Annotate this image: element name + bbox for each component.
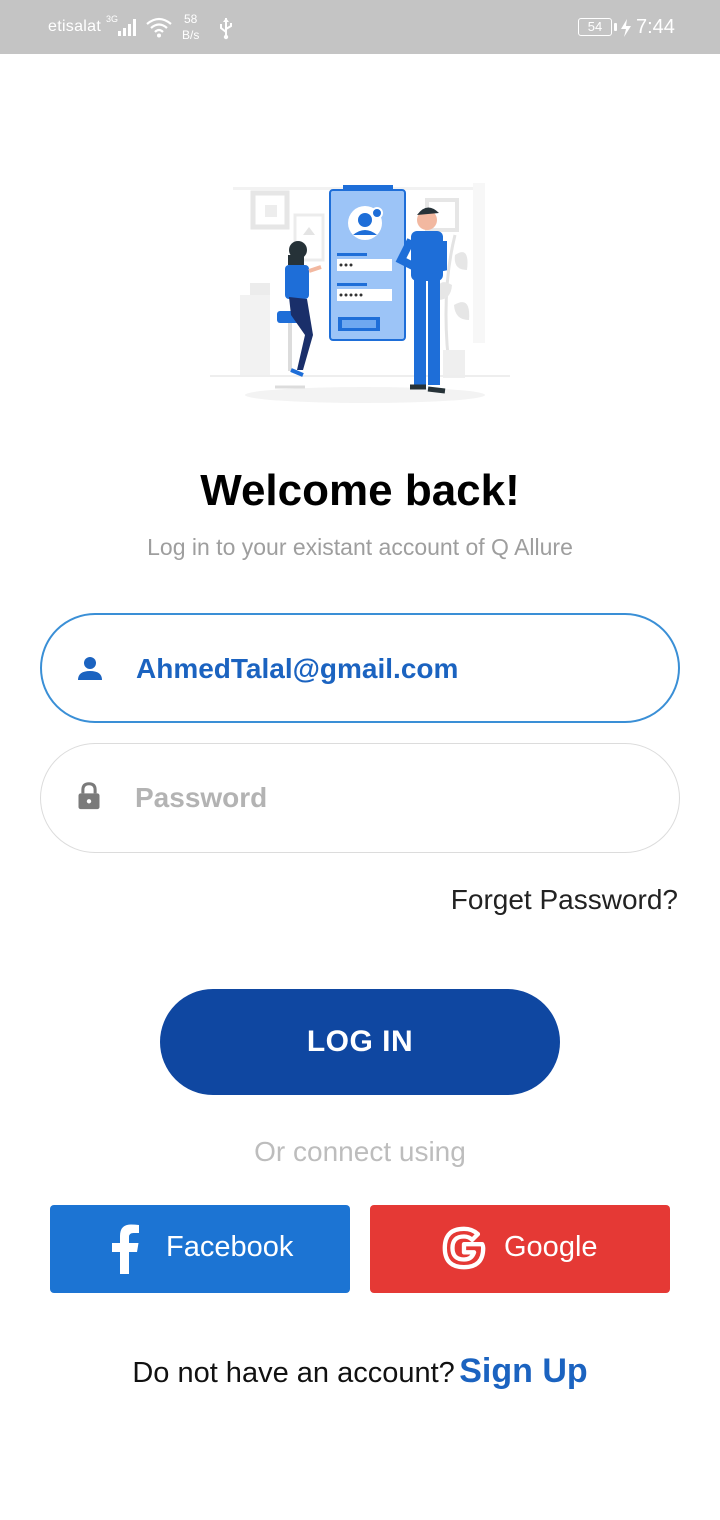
- signal-icon: [118, 19, 136, 36]
- password-field[interactable]: [40, 743, 680, 853]
- battery-tip: [614, 23, 617, 31]
- network-speed-value: 58: [183, 12, 198, 26]
- password-input[interactable]: [135, 774, 635, 822]
- signup-row: Do not have an account? Sign Up: [0, 1352, 720, 1391]
- email-field[interactable]: [40, 613, 680, 723]
- google-button[interactable]: Google: [370, 1205, 670, 1293]
- battery-level: 54: [587, 19, 603, 34]
- email-input[interactable]: [136, 645, 636, 693]
- facebook-icon: [112, 1224, 139, 1274]
- network-speed-unit: B/s: [182, 28, 200, 42]
- charging-icon: [621, 19, 631, 37]
- google-label: Google: [504, 1231, 598, 1263]
- google-icon: [442, 1226, 486, 1270]
- page-title: Welcome back!: [200, 466, 520, 515]
- forgot-password-link[interactable]: Forget Password?: [451, 884, 678, 916]
- clock: 7:44: [636, 16, 675, 38]
- carrier-name: etisalat: [48, 18, 102, 35]
- login-button[interactable]: LOG IN: [160, 989, 560, 1095]
- facebook-button[interactable]: Facebook: [50, 1205, 350, 1293]
- connect-label: Or connect using: [254, 1136, 466, 1167]
- login-illustration: [210, 183, 510, 403]
- page-subtitle: Log in to your existant account of Q All…: [147, 534, 573, 560]
- facebook-label: Facebook: [166, 1231, 294, 1263]
- user-icon: [78, 657, 102, 680]
- signup-prompt: Do not have an account?: [132, 1357, 455, 1389]
- status-bar: etisalat 3G 58 B/s 54 7:44: [0, 0, 720, 54]
- network-speed: 58 B/s: [182, 11, 199, 43]
- battery-icon: 54: [578, 18, 612, 36]
- usb-icon: [220, 18, 232, 40]
- signup-link[interactable]: Sign Up: [459, 1352, 587, 1390]
- lock-icon: [78, 782, 100, 810]
- wifi-icon: [146, 17, 172, 38]
